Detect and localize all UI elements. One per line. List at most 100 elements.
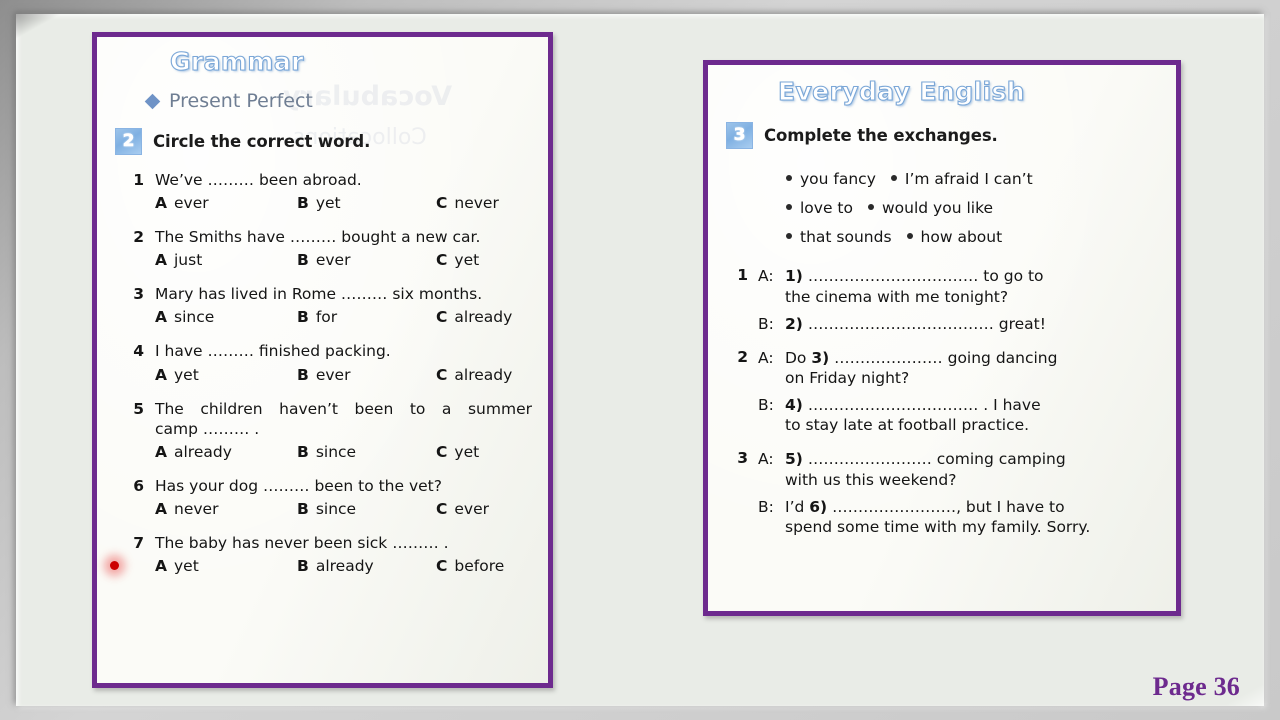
- exchange-list: 1 A: 1) …………………………… to go to the cinema wit…: [736, 266, 1162, 537]
- answer-option[interactable]: Balready: [297, 557, 436, 575]
- answer-option[interactable]: Bever: [297, 251, 436, 269]
- answer-option[interactable]: Aever: [155, 194, 297, 212]
- option-row: Ajust Bever Cyet: [155, 251, 532, 269]
- turn-line: I’d 6) ……………………, but I have to: [785, 497, 1162, 517]
- word-bank-item[interactable]: I’m afraid I can’t: [905, 165, 1033, 194]
- grammar-question: 3 Mary has lived in Rome ……… six months. A…: [131, 284, 532, 326]
- answer-option[interactable]: Calready: [436, 308, 512, 326]
- bullet-dot-icon: [786, 204, 792, 211]
- turn-line-tail: coming camping: [931, 450, 1066, 469]
- word-bank-item[interactable]: how about: [921, 223, 1003, 252]
- turn-line: 4) …………………………… . I have: [785, 395, 1162, 415]
- grammar-question-list: 1 We’ve ……… been abroad. Aever Byet Cnever 2 T…: [131, 170, 532, 575]
- answer-option[interactable]: Bfor: [297, 308, 436, 326]
- option-text: yet: [174, 365, 199, 384]
- answer-option[interactable]: Bsince: [297, 500, 436, 518]
- speaker-label: A:: [758, 348, 774, 367]
- answer-option[interactable]: Byet: [297, 194, 436, 212]
- answer-option[interactable]: Ayet: [155, 366, 297, 384]
- option-letter: B: [297, 308, 309, 327]
- word-bank-item[interactable]: you fancy: [800, 165, 876, 194]
- question-body: Has your dog ……… been to the vet? Anever B…: [155, 476, 532, 518]
- option-text: ever: [454, 499, 490, 518]
- answer-option[interactable]: Ayet: [155, 557, 297, 575]
- option-letter: B: [297, 365, 309, 384]
- option-letter: B: [297, 557, 309, 576]
- question-number: 4: [133, 342, 144, 361]
- exchange-item: 2 A: Do 3) ………………… going dancing on Friday …: [736, 348, 1162, 436]
- turn-text: 5) …………………… coming camping with us this w…: [785, 449, 1162, 489]
- option-text: just: [174, 251, 203, 270]
- subheading-label: Present Perfect: [169, 90, 313, 112]
- grammar-question: 7 The baby has never been sick ……… . Ayet B…: [131, 533, 532, 575]
- answer-option[interactable]: Aalready: [155, 443, 297, 461]
- turn-line-tail: great!: [993, 314, 1046, 333]
- option-row: Ayet Balready Cbefore: [155, 557, 532, 575]
- answer-blank[interactable]: ……………………………: [808, 267, 979, 285]
- word-bank-line: you fancy I’m afraid I can’t: [786, 165, 1162, 194]
- exchange-item: 1 A: 1) …………………………… to go to the cinema wit…: [736, 266, 1162, 333]
- turn-line: to stay late at football practice.: [785, 416, 1030, 435]
- option-letter: A: [155, 194, 167, 213]
- option-text: never: [174, 499, 219, 518]
- option-letter: A: [155, 308, 167, 327]
- question-stem: We’ve ……… been abroad.: [155, 171, 362, 189]
- word-bank: you fancy I’m afraid I can’t love to would …: [726, 165, 1162, 252]
- answer-option[interactable]: Cever: [436, 500, 489, 518]
- turn-line: with us this weekend?: [785, 470, 957, 489]
- option-text: since: [174, 308, 215, 327]
- option-letter: C: [436, 442, 448, 461]
- answer-slot-number: 5): [785, 450, 803, 469]
- question-number: 5: [133, 399, 144, 418]
- answer-option[interactable]: Cnever: [436, 194, 499, 212]
- word-bank-line: that sounds how about: [786, 223, 1162, 252]
- diamond-bullet-icon: [144, 93, 161, 109]
- answer-option[interactable]: Cyet: [436, 251, 479, 269]
- option-text: already: [454, 365, 513, 384]
- turn-text: 1) …………………………… to go to the cinema with m…: [785, 266, 1162, 306]
- bullet-dot-icon: [890, 175, 897, 181]
- turn-prefix: Do: [785, 348, 812, 367]
- word-bank-item[interactable]: would you like: [882, 194, 993, 223]
- word-bank-item[interactable]: love to: [800, 194, 853, 223]
- answer-blank[interactable]: …………………: [834, 349, 943, 367]
- answer-option[interactable]: Anever: [155, 500, 297, 518]
- option-text: ever: [315, 251, 351, 270]
- turn-line: on Friday night?: [785, 368, 910, 387]
- grammar-question: 2 The Smiths have ……… bought a new car. Aj…: [131, 227, 532, 269]
- word-bank-item[interactable]: that sounds: [800, 223, 892, 252]
- bullet-dot-icon: [868, 204, 874, 211]
- turn-line-tail: , but I have to: [956, 497, 1065, 516]
- exchange-turns: A: 5) …………………… coming camping with us this…: [758, 449, 1162, 537]
- answer-option[interactable]: Ajust: [155, 251, 297, 269]
- turn-line: spend some time with my family. Sorry.: [785, 517, 1091, 536]
- question-stem: Mary has lived in Rome ……… six months.: [155, 285, 483, 304]
- option-text: since: [315, 499, 357, 518]
- answer-blank[interactable]: ……………………: [808, 450, 932, 468]
- option-text: already: [174, 442, 232, 461]
- question-stem: Has your dog ……… been to the vet?: [155, 476, 442, 495]
- answer-option[interactable]: Cyet: [436, 443, 479, 461]
- answer-blank[interactable]: ………………………………: [808, 315, 994, 333]
- exchange-number: 2: [737, 347, 748, 366]
- option-text: since: [315, 442, 357, 461]
- option-row: Aever Byet Cnever: [155, 194, 532, 212]
- mouse-cursor-dot: [110, 561, 119, 570]
- answer-option[interactable]: Bsince: [297, 443, 436, 461]
- dialogue-turn: B: 4) …………………………… . I have to stay late at…: [758, 395, 1162, 435]
- answer-option[interactable]: Asince: [155, 308, 297, 326]
- answer-option[interactable]: Calready: [436, 366, 512, 384]
- answer-blank[interactable]: ……………………………: [808, 396, 979, 414]
- option-letter: A: [155, 442, 167, 461]
- grammar-panel-body: Grammar Present Perfect 2 Circle the cor…: [97, 37, 548, 683]
- option-row: Ayet Bever Calready: [155, 366, 532, 384]
- turn-text: 2) ……………………………… great!: [785, 314, 1162, 334]
- question-stem: I have ……… finished packing.: [155, 342, 391, 361]
- exchanges-exercise-header: 3 Complete the exchanges.: [726, 122, 1162, 149]
- answer-blank[interactable]: ……………………: [832, 498, 956, 516]
- turn-line-tail: to go to: [978, 267, 1044, 286]
- grammar-question: 1 We’ve ……… been abroad. Aever Byet Cnever: [131, 170, 532, 212]
- answer-option[interactable]: Cbefore: [436, 557, 504, 575]
- answer-option[interactable]: Bever: [297, 366, 436, 384]
- grammar-question: 6 Has your dog ……… been to the vet? Anever…: [131, 476, 532, 518]
